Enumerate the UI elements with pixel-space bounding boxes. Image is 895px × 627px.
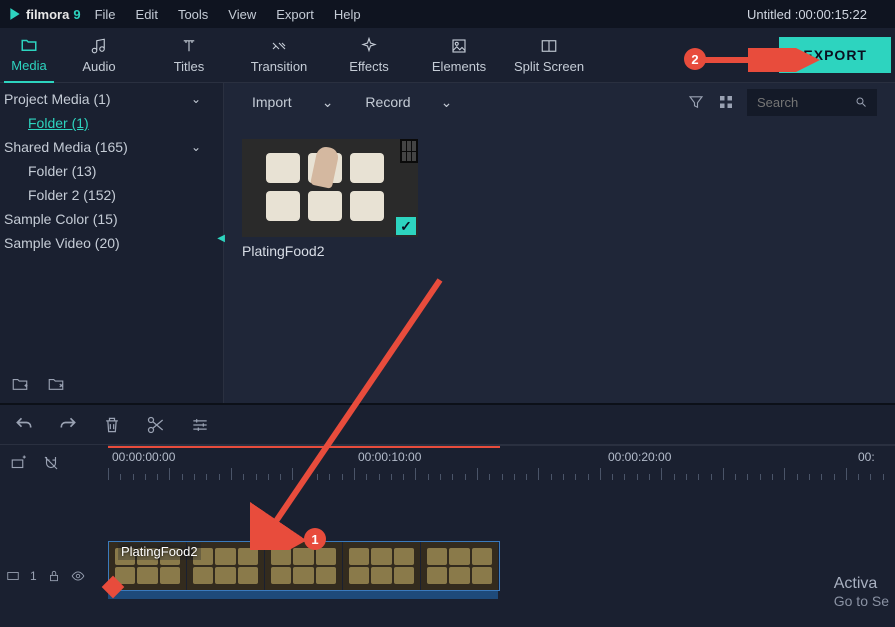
menu-tools[interactable]: Tools xyxy=(178,7,208,22)
tab-transition[interactable]: Transition xyxy=(234,28,324,83)
timecode: 00:00:20:00 xyxy=(608,450,671,464)
timeline-ruler[interactable]: 00:00:00:00 00:00:10:00 00:00:20:00 00: xyxy=(0,445,895,481)
timeline-body[interactable]: PlatingFood2 1 xyxy=(0,481,895,621)
timecode: 00:00:10:00 xyxy=(358,450,421,464)
music-note-icon xyxy=(90,37,108,55)
effects-icon xyxy=(360,37,378,55)
playhead-range xyxy=(108,446,500,448)
folder-icon xyxy=(20,36,38,54)
tab-label: Media xyxy=(11,58,46,73)
tab-label: Transition xyxy=(251,59,308,74)
audio-track[interactable] xyxy=(108,591,498,599)
menu-edit[interactable]: Edit xyxy=(136,7,158,22)
filter-icon[interactable] xyxy=(687,93,705,111)
used-checkmark-icon: ✓ xyxy=(396,217,416,235)
lock-icon[interactable] xyxy=(47,569,61,583)
main-area: Project Media (1)⌄ Folder (1) Shared Med… xyxy=(0,83,895,403)
annotation-badge-2: 2 xyxy=(684,48,706,70)
chevron-down-icon: ⌄ xyxy=(191,92,215,106)
import-dropdown[interactable]: Import⌄ xyxy=(242,89,343,116)
media-sidebar: Project Media (1)⌄ Folder (1) Shared Med… xyxy=(0,83,224,403)
ruler-controls xyxy=(0,445,108,481)
video-indicator-icon xyxy=(400,139,418,163)
grid-view-icon[interactable] xyxy=(717,93,735,111)
track-controls: 1 xyxy=(6,569,85,583)
tab-label: Effects xyxy=(349,59,389,74)
record-dropdown[interactable]: Record⌄ xyxy=(355,89,462,116)
search-input[interactable] xyxy=(757,95,847,110)
split-icon[interactable] xyxy=(146,415,166,435)
tab-label: Titles xyxy=(174,59,205,74)
menu-view[interactable]: View xyxy=(228,7,256,22)
tab-audio[interactable]: Audio xyxy=(54,28,144,83)
sidebar-item-folder-13[interactable]: Folder (13) xyxy=(0,159,223,183)
thumbnail-label: PlatingFood2 xyxy=(242,243,418,259)
ruler-track[interactable]: 00:00:00:00 00:00:10:00 00:00:20:00 00: xyxy=(108,445,895,481)
tab-label: Split Screen xyxy=(514,59,584,74)
sidebar-actions xyxy=(10,375,66,393)
menu-export[interactable]: Export xyxy=(276,7,314,22)
chevron-down-icon: ⌄ xyxy=(322,94,334,111)
sidebar-item-project-media[interactable]: Project Media (1)⌄ xyxy=(0,87,223,111)
media-thumbnail[interactable]: ✓ PlatingFood2 xyxy=(242,139,418,259)
text-icon xyxy=(180,37,198,55)
transition-icon xyxy=(270,37,288,55)
ruler-ticks xyxy=(108,466,895,480)
menu-help[interactable]: Help xyxy=(334,7,361,22)
sidebar-item-shared-media[interactable]: Shared Media (165)⌄ xyxy=(0,135,223,159)
search-icon xyxy=(855,95,867,109)
sidebar-collapse-handle[interactable]: ◀ xyxy=(217,233,225,244)
split-screen-icon xyxy=(540,37,558,55)
eye-icon[interactable] xyxy=(71,569,85,583)
clip-label: PlatingFood2 xyxy=(118,543,201,560)
sidebar-item-folder-1[interactable]: Folder (1) xyxy=(0,111,223,135)
content-toolbar: Import⌄ Record⌄ xyxy=(224,83,895,121)
magnet-icon[interactable] xyxy=(42,454,60,472)
filmora-logo-icon xyxy=(8,7,22,21)
chevron-down-icon: ⌄ xyxy=(441,94,453,111)
media-content: Import⌄ Record⌄ ✓ PlatingFood2 xyxy=(224,83,895,403)
title-bar: filmora 9 File Edit Tools View Export Hel… xyxy=(0,0,895,28)
search-box[interactable] xyxy=(747,89,877,116)
thumbnail-grid: ✓ PlatingFood2 xyxy=(224,121,895,277)
sidebar-item-sample-video[interactable]: Sample Video (20) xyxy=(0,231,223,255)
add-folder-icon[interactable] xyxy=(10,375,30,393)
export-button[interactable]: EXPORT xyxy=(779,37,891,73)
app-name: filmora xyxy=(26,7,69,22)
tool-tabs: Media Audio Titles Transition Effects El… xyxy=(0,28,895,83)
elements-icon xyxy=(450,37,468,55)
delete-icon[interactable] xyxy=(102,415,122,435)
app-logo: filmora 9 xyxy=(8,7,81,22)
tab-effects[interactable]: Effects xyxy=(324,28,414,83)
windows-watermark: Activa Go to Se xyxy=(834,575,889,609)
app-version: 9 xyxy=(73,7,80,22)
tab-label: Audio xyxy=(82,59,115,74)
tab-label: Elements xyxy=(432,59,486,74)
chevron-down-icon: ⌄ xyxy=(191,140,215,154)
timecode: 00:00:00:00 xyxy=(112,450,175,464)
annotation-badge-1: 1 xyxy=(304,528,326,550)
track-type-icon[interactable] xyxy=(6,569,20,583)
tab-split-screen[interactable]: Split Screen xyxy=(504,28,594,83)
sidebar-item-sample-color[interactable]: Sample Color (15) xyxy=(0,207,223,231)
timecode: 00: xyxy=(858,450,875,464)
adjust-icon[interactable] xyxy=(190,415,210,435)
track-index: 1 xyxy=(30,569,37,583)
timeline-toolbar xyxy=(0,405,895,445)
tab-media[interactable]: Media xyxy=(4,28,54,83)
tab-elements[interactable]: Elements xyxy=(414,28,504,83)
undo-icon[interactable] xyxy=(14,415,34,435)
tab-titles[interactable]: Titles xyxy=(144,28,234,83)
project-title: Untitled :00:00:15:22 xyxy=(747,7,867,22)
add-track-icon[interactable] xyxy=(10,454,28,472)
sidebar-item-folder-2[interactable]: Folder 2 (152) xyxy=(0,183,223,207)
main-menu: File Edit Tools View Export Help xyxy=(95,7,361,22)
redo-icon[interactable] xyxy=(58,415,78,435)
thumbnail-image: ✓ xyxy=(242,139,418,237)
menu-file[interactable]: File xyxy=(95,7,116,22)
remove-folder-icon[interactable] xyxy=(46,375,66,393)
